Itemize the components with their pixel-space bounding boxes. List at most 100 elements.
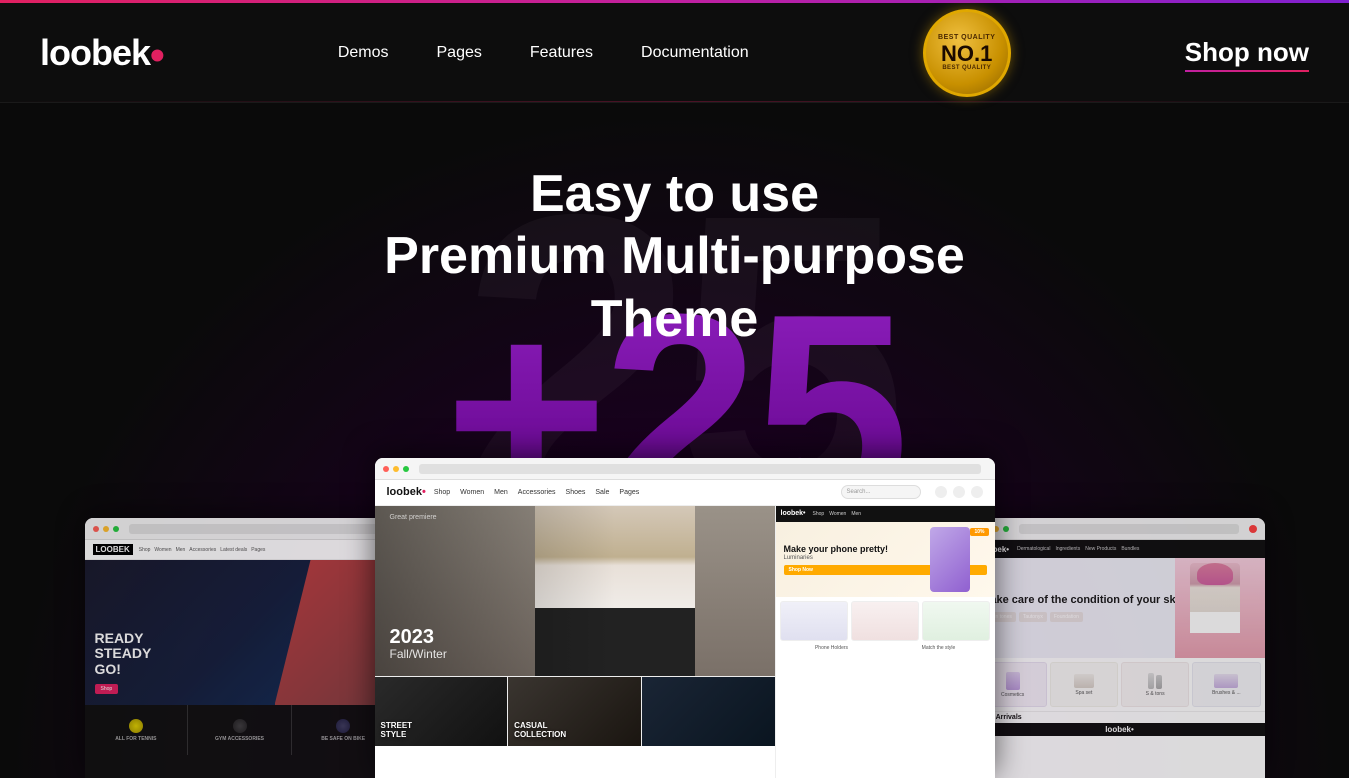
fashion-hero-text: 2023 Fall/Winter <box>390 627 447 661</box>
fashion-card-content: loobek• ShopWomenMenAccessoriesShoesSale… <box>375 480 995 778</box>
browser-chrome-left <box>85 518 395 540</box>
beauty-card-content: loobek• DermatologicalIngredientsNew Pro… <box>975 540 1265 778</box>
fashion-header-icons <box>935 486 983 498</box>
nav-item-pages[interactable]: Pages <box>437 44 482 61</box>
hero-text-block: Easy to use Premium Multi-purpose Theme <box>384 163 965 350</box>
browser-address-bar-r <box>1019 524 1239 534</box>
shop-now-button[interactable]: Shop now <box>1185 37 1309 68</box>
beauty-nav: DermatologicalIngredientsNew ProductsBun… <box>1017 546 1139 552</box>
screenshots-row: LOOBEK ShopWomenMenAccessoriesLatest dea… <box>0 458 1349 778</box>
logo[interactable]: loobek• <box>40 32 164 74</box>
beauty-person-img <box>1175 558 1265 658</box>
nav-item-demos[interactable]: Demos <box>338 44 389 61</box>
cosmetics-icon <box>1006 672 1020 690</box>
browser-dot-yellow <box>103 526 109 532</box>
phone-product-3 <box>922 601 990 641</box>
main-nav: loobek• Demos Pages Features Documentati… <box>0 3 1349 103</box>
logo-dot: • <box>150 31 164 78</box>
fashion-search[interactable]: Search... <box>841 485 921 499</box>
account-icon <box>953 486 965 498</box>
sports-cta: Shop <box>95 684 119 694</box>
beauty-hero-title: Take care of the condition of your skin <box>985 594 1186 607</box>
cat-bike-label: BE SAFE ON BIKE <box>321 736 365 742</box>
screenshot-beauty[interactable]: loobek• DermatologicalIngredientsNew Pro… <box>975 518 1265 778</box>
hero-section: 25 Easy to use Premium Multi-purpose The… <box>0 103 1349 778</box>
nav-accent <box>0 101 1349 102</box>
screenshot-sports[interactable]: LOOBEK ShopWomenMenAccessoriesLatest dea… <box>85 518 395 778</box>
quality-badge: BEST QUALITY NO.1 BEST QUALITY <box>923 9 1011 97</box>
strip-casual-label: CasualCollection <box>514 722 566 740</box>
brushes-icon <box>1214 674 1238 688</box>
nav-links: Demos Pages Features Documentation <box>338 44 749 62</box>
fashion-right-panel: loobek• ShopWomenMen 10% Make your phone… <box>775 506 995 778</box>
fashion-season: Fall/Winter <box>390 647 447 661</box>
sports-categories: ALL FOR TENNIS GYM ACCESSORIES BE SAFE O… <box>85 705 395 755</box>
wishlist-icon <box>935 486 947 498</box>
btn-foundation: Foundation <box>1050 612 1083 622</box>
beauty-hero-text: Take care of the condition of your skin … <box>975 584 1196 631</box>
badge-bottom-text: BEST QUALITY <box>942 65 991 71</box>
spa-icon <box>1074 674 1094 688</box>
beauty-footer-logo: loobek• <box>975 723 1265 736</box>
fashion-hero-bg: 2023 Fall/Winter Great premiere <box>375 506 775 676</box>
stons-bottles <box>1148 673 1162 689</box>
sports-header: LOOBEK ShopWomenMenAccessoriesLatest dea… <box>85 540 395 560</box>
browser-dot-yellow-c <box>393 466 399 472</box>
browser-dot-red <box>93 526 99 532</box>
sports-logo: LOOBEK <box>93 544 133 555</box>
phone-hero: 10% Make your phone pretty! Luminaries S… <box>776 522 995 597</box>
phone-product-labels: Phone Holders Match the style <box>776 645 995 654</box>
screenshot-fashion[interactable]: loobek• ShopWomenMenAccessoriesShoesSale… <box>375 458 995 778</box>
spa-label: Spa set <box>1075 690 1092 696</box>
sports-hero: READYSTEADYGO! Shop <box>85 560 395 705</box>
fashion-year: 2023 <box>390 627 447 647</box>
phone-product-1 <box>780 601 848 641</box>
tennis-icon <box>129 719 143 733</box>
cat-tennis-label: ALL FOR TENNIS <box>115 736 156 742</box>
strip-street: STREETSTYLE <box>375 677 509 746</box>
new-arrivals-label: New Arrivals <box>975 711 1265 723</box>
hero-heading: Easy to use Premium Multi-purpose Theme <box>384 163 965 350</box>
sports-hero-text: READYSTEADYGO! Shop <box>85 621 162 705</box>
beauty-hair <box>1197 563 1233 585</box>
great-premiere-label: Great premiere <box>390 514 437 521</box>
beauty-categories: Cosmetics Spa set S & tons <box>975 658 1265 711</box>
beauty-header: loobek• DermatologicalIngredientsNew Pro… <box>975 540 1265 558</box>
fashion-hero-panel: 2023 Fall/Winter Great premiere STREETST… <box>375 506 775 778</box>
cosmetics-label: Cosmetics <box>1001 692 1024 698</box>
nav-item-documentation[interactable]: Documentation <box>641 44 749 61</box>
browser-address-bar-c <box>419 464 981 474</box>
cat-brushes: Brushes & ... <box>1192 662 1260 707</box>
phone-product-2 <box>851 601 919 641</box>
browser-dot-green <box>113 526 119 532</box>
browser-chrome-right <box>975 518 1265 540</box>
bike-icon <box>336 719 350 733</box>
strip-street-label: STREETSTYLE <box>381 722 413 740</box>
fashion-nav: ShopWomenMenAccessoriesShoesSalePages <box>434 489 639 496</box>
beauty-hero: Take care of the condition of your skin … <box>975 558 1265 658</box>
btn-tautonly: Tautonyx <box>1019 612 1047 622</box>
badge-number: NO.1 <box>941 43 992 65</box>
phone-nav: ShopWomenMen <box>809 511 862 517</box>
sports-card-content: LOOBEK ShopWomenMenAccessoriesLatest dea… <box>85 540 395 778</box>
fashion-main: 2023 Fall/Winter Great premiere STREETST… <box>375 506 995 778</box>
phone-card-header: loobek• ShopWomenMen <box>776 506 995 522</box>
fashion-bottom-strips: STREETSTYLE CasualCollection <box>375 676 775 746</box>
strip-casual: CasualCollection <box>508 677 642 746</box>
cat-gym: GYM ACCESSORIES <box>188 705 292 755</box>
fashion-logo: loobek• <box>387 486 426 498</box>
fashion-header: loobek• ShopWomenMenAccessoriesShoesSale… <box>375 480 995 506</box>
stons-label: S & tons <box>1146 691 1165 697</box>
beauty-action-btns: Skin tones Tautonyx Foundation <box>985 612 1186 622</box>
gym-icon <box>233 719 247 733</box>
cat-tennis: ALL FOR TENNIS <box>85 705 189 755</box>
cart-icon <box>971 486 983 498</box>
phone-products-row <box>776 597 995 645</box>
cat-stons: S & tons <box>1121 662 1189 707</box>
strip-extra <box>642 677 775 746</box>
cat-gym-label: GYM ACCESSORIES <box>215 736 264 742</box>
browser-dot-red-c <box>383 466 389 472</box>
browser-chrome-center <box>375 458 995 480</box>
nav-item-features[interactable]: Features <box>530 44 593 61</box>
phone-logo: loobek• <box>781 510 806 517</box>
